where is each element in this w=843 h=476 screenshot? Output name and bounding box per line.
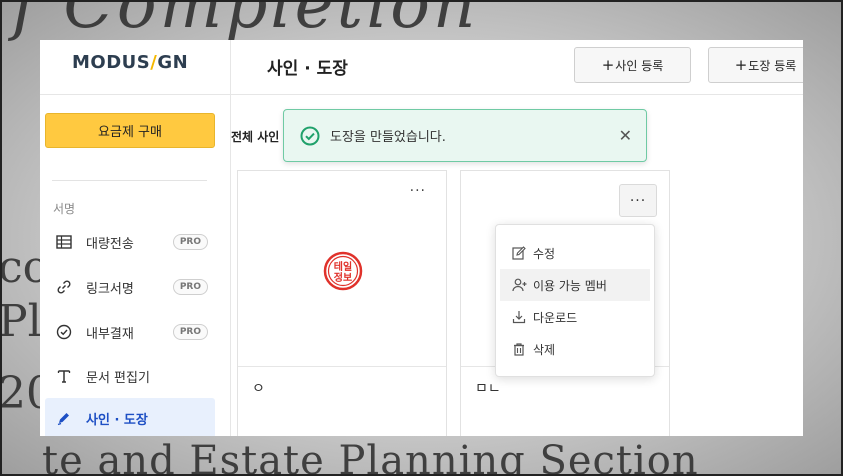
sidebar-item-label: 내부결재 [86, 326, 134, 342]
check-circle-icon [300, 126, 320, 146]
menu-item-label: 다운로드 [533, 310, 578, 325]
sidebar-item-label: 문서 편집기 [86, 370, 150, 386]
seal-stamp-image: 테일 정보 [323, 251, 363, 291]
sidebar-item-bulk-send[interactable]: 대량전송 PRO [45, 222, 215, 262]
sidebar: MODUS/GN 요금제 구매 서명 대량전송 PRO 링크서명 PRO 내부결… [40, 40, 231, 436]
table-icon [55, 233, 73, 251]
logo-text-left: MODUS [72, 52, 151, 73]
menu-item-label: 삭제 [533, 342, 556, 357]
check-circle-icon [55, 323, 73, 341]
user-plus-icon [512, 278, 528, 292]
sidebar-item-label: 링크서명 [86, 281, 134, 297]
sidebar-item-internal-approval[interactable]: 내부결재 PRO [45, 312, 215, 352]
menu-item-label: 이용 가능 멤버 [533, 278, 607, 293]
more-options-button[interactable]: ··· [619, 184, 657, 217]
pen-icon [55, 409, 73, 427]
sidebar-item-signature-stamp[interactable]: 사인 · 도장 [45, 398, 215, 436]
svg-text:정보: 정보 [334, 271, 352, 284]
pro-badge: PRO [172, 279, 208, 295]
backdrop-left-fragment: Pl [0, 296, 42, 347]
menu-item-label: 수정 [533, 246, 556, 261]
card-context-menu: 수정 이용 가능 멤버 다운로드 삭제 [495, 224, 655, 377]
sidebar-item-document-editor[interactable]: 문서 편집기 [45, 356, 215, 396]
logo[interactable]: MODUS/GN [72, 52, 188, 76]
menu-item-edit[interactable]: 수정 [500, 237, 650, 269]
filter-all-signatures[interactable]: 전체 사인 [231, 128, 279, 145]
add-signature-label: 사인 등록 [615, 58, 664, 73]
plus-icon: + [734, 56, 748, 74]
menu-item-available-members[interactable]: 이용 가능 멤버 [500, 269, 650, 301]
more-options-icon[interactable]: ··· [410, 184, 426, 198]
edit-icon [512, 246, 528, 260]
plus-icon: + [601, 56, 615, 74]
download-icon [512, 310, 528, 324]
success-toast: 도장을 만들었습니다. ✕ [283, 109, 647, 162]
sidebar-item-label: 대량전송 [86, 236, 134, 252]
trash-icon [512, 342, 528, 356]
link-icon [55, 278, 73, 296]
stamp-name: ㅇ [252, 381, 265, 397]
sidebar-divider [52, 180, 207, 181]
menu-item-delete[interactable]: 삭제 [500, 333, 650, 365]
svg-text:테일: 테일 [334, 260, 352, 273]
pro-badge: PRO [172, 234, 208, 250]
backdrop-top-text: f Completion [12, 0, 479, 43]
stamp-card[interactable]: ··· 테일 정보 ㅇ [237, 170, 447, 436]
logo-text-right: GN [157, 52, 189, 73]
text-icon [55, 367, 73, 385]
backdrop-bottom-text: te and Estate Planning Section [42, 438, 699, 476]
card-divider [238, 366, 446, 367]
close-icon[interactable]: ✕ [619, 126, 632, 145]
buy-plan-button[interactable]: 요금제 구매 [45, 113, 215, 148]
add-stamp-label: 도장 등록 [748, 58, 797, 73]
top-header: 사인 · 도장 + 사인 등록 + 도장 등록 [231, 40, 803, 95]
sidebar-item-link-sign[interactable]: 링크서명 PRO [45, 267, 215, 307]
add-stamp-button[interactable]: + 도장 등록 [708, 47, 803, 83]
logo-divider [40, 94, 231, 95]
page-title: 사인 · 도장 [267, 59, 348, 79]
app-window: MODUS/GN 요금제 구매 서명 대량전송 PRO 링크서명 PRO 내부결… [40, 40, 803, 436]
add-signature-button[interactable]: + 사인 등록 [574, 47, 691, 83]
menu-item-download[interactable]: 다운로드 [500, 301, 650, 333]
sidebar-item-label: 사인 · 도장 [86, 412, 148, 428]
section-label-signature: 서명 [53, 202, 76, 216]
stamp-name: ㅁㄴ [475, 381, 501, 397]
toast-message: 도장을 만들었습니다. [330, 130, 446, 145]
pro-badge: PRO [172, 324, 208, 340]
